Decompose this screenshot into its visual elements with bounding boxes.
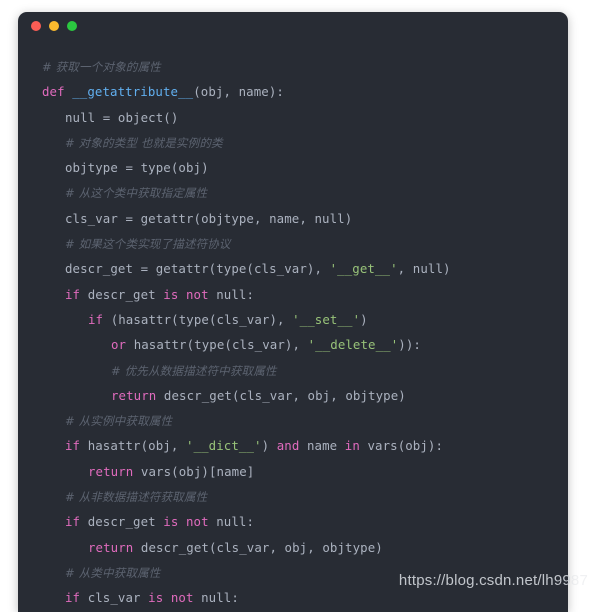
code-token-pl: null = object() bbox=[65, 109, 179, 125]
code-line: # 从类中获取属性 bbox=[18, 560, 568, 585]
code-token-pl: ) bbox=[261, 438, 277, 454]
code-token-pl: name bbox=[306, 438, 345, 454]
code-token-pl: , null) bbox=[397, 261, 451, 277]
code-token-pl: null: bbox=[201, 590, 239, 606]
code-line: # 优先从数据描述符中获取属性 bbox=[18, 358, 568, 383]
code-token-kw: if bbox=[65, 590, 88, 606]
code-line: cls_var = getattr(objtype, name, null) bbox=[18, 206, 568, 231]
code-token-str: '__get__' bbox=[329, 261, 398, 277]
code-line: # 获取一个对象的属性 bbox=[18, 54, 568, 79]
code-token-str: '__delete__' bbox=[307, 337, 399, 353]
code-token-cmt: # 从实例中获取属性 bbox=[65, 414, 173, 429]
code-token-pl: null: bbox=[216, 286, 255, 302]
minimize-button[interactable] bbox=[49, 21, 59, 31]
code-line: def __getattribute__(obj, name): bbox=[18, 79, 568, 104]
code-token-kw: is not bbox=[163, 286, 217, 302]
code-token-pl: vars(obj): bbox=[367, 438, 444, 454]
code-token-cmt: # 获取一个对象的属性 bbox=[42, 60, 161, 74]
code-token-kw: is not bbox=[148, 590, 202, 606]
code-token-pl: descr_get bbox=[87, 514, 164, 530]
code-token-kw: if bbox=[65, 438, 88, 454]
code-block: # 获取一个对象的属性 def __getattribute__(obj, nam… bbox=[18, 40, 568, 611]
code-token-pl: descr_get(cls_var, obj, objtype) bbox=[163, 387, 406, 403]
code-token-fn: __getattribute__ bbox=[72, 84, 194, 100]
code-token-pl: hasattr(obj, bbox=[87, 438, 186, 454]
code-token-kw: in bbox=[344, 438, 368, 454]
code-line: if descr_get is not null: bbox=[18, 509, 568, 534]
code-line: # 对象的类型 也就是实例的类 bbox=[18, 130, 568, 155]
code-token-kw: or bbox=[111, 337, 134, 353]
code-token-kw: return bbox=[88, 463, 141, 479]
code-token-pl: descr_get = getattr(type(cls_var), bbox=[65, 261, 330, 277]
code-token-kw: if bbox=[88, 311, 111, 327]
code-token-pl: cls_var bbox=[87, 590, 149, 606]
code-token-cmt: # 从非数据描述符获取属性 bbox=[65, 490, 208, 505]
code-line: or hasattr(type(cls_var), '__delete__'))… bbox=[18, 332, 568, 357]
code-token-kw: is not bbox=[163, 514, 217, 530]
code-token-pl: )): bbox=[398, 337, 421, 353]
code-token-cmt: # 如果这个类实现了描述符协议 bbox=[65, 237, 231, 252]
code-token-cmt: # 从这个类中获取指定属性 bbox=[65, 186, 208, 201]
code-line: if cls_var is not null: bbox=[18, 585, 568, 610]
window-titlebar bbox=[18, 12, 568, 40]
code-token-kw: if bbox=[65, 286, 88, 302]
code-line: descr_get = getattr(type(cls_var), '__ge… bbox=[18, 256, 568, 281]
code-line: return descr_get(cls_var, obj, objtype) bbox=[18, 535, 568, 560]
code-line: return descr_get(cls_var, obj, objtype) bbox=[18, 383, 568, 408]
code-line: if hasattr(obj, '__dict__') and name in … bbox=[18, 433, 568, 458]
code-line: objtype = type(obj) bbox=[18, 155, 568, 180]
code-token-str: '__dict__' bbox=[185, 438, 262, 454]
code-line: null = object() bbox=[18, 105, 568, 130]
code-line: # 如果这个类实现了描述符协议 bbox=[18, 231, 568, 256]
code-token-pl: (hasattr(type(cls_var), bbox=[110, 311, 293, 327]
code-line: if (hasattr(type(cls_var), '__set__') bbox=[18, 307, 568, 332]
code-token-str: '__set__' bbox=[292, 311, 361, 327]
zoom-button[interactable] bbox=[67, 21, 77, 31]
code-token-pl: cls_var = getattr(objtype, name, null) bbox=[65, 210, 353, 226]
code-token-cmt: # 从类中获取属性 bbox=[65, 565, 161, 580]
code-token-pl: vars(obj)[name] bbox=[140, 463, 255, 479]
code-token-pl: descr_get(cls_var, obj, objtype) bbox=[140, 539, 383, 555]
code-line: # 从这个类中获取指定属性 bbox=[18, 180, 568, 205]
code-line: # 从实例中获取属性 bbox=[18, 408, 568, 433]
code-token-pl: ) bbox=[360, 311, 368, 327]
code-token-kw: and bbox=[276, 438, 307, 454]
watermark-faded-text: 87 bbox=[570, 572, 588, 589]
code-token-kw: def bbox=[42, 84, 73, 100]
code-editor-window: # 获取一个对象的属性 def __getattribute__(obj, nam… bbox=[18, 12, 568, 612]
code-token-cmt: # 对象的类型 也就是实例的类 bbox=[65, 135, 223, 150]
code-token-kw: return bbox=[88, 539, 141, 555]
code-token-cmt: # 优先从数据描述符中获取属性 bbox=[111, 363, 277, 378]
code-line: return vars(obj)[name] bbox=[18, 459, 568, 484]
code-token-kw: if bbox=[65, 514, 88, 530]
code-token-pl: objtype = type(obj) bbox=[65, 160, 209, 176]
code-line: # 从非数据描述符获取属性 bbox=[18, 484, 568, 509]
code-token-pl: (obj, name): bbox=[193, 84, 284, 100]
code-token-pl: null: bbox=[216, 514, 255, 530]
code-token-pl: hasattr(type(cls_var), bbox=[133, 337, 308, 353]
code-line: if descr_get is not null: bbox=[18, 282, 568, 307]
code-token-pl: descr_get bbox=[87, 286, 164, 302]
close-button[interactable] bbox=[31, 21, 41, 31]
code-token-kw: return bbox=[111, 387, 164, 403]
